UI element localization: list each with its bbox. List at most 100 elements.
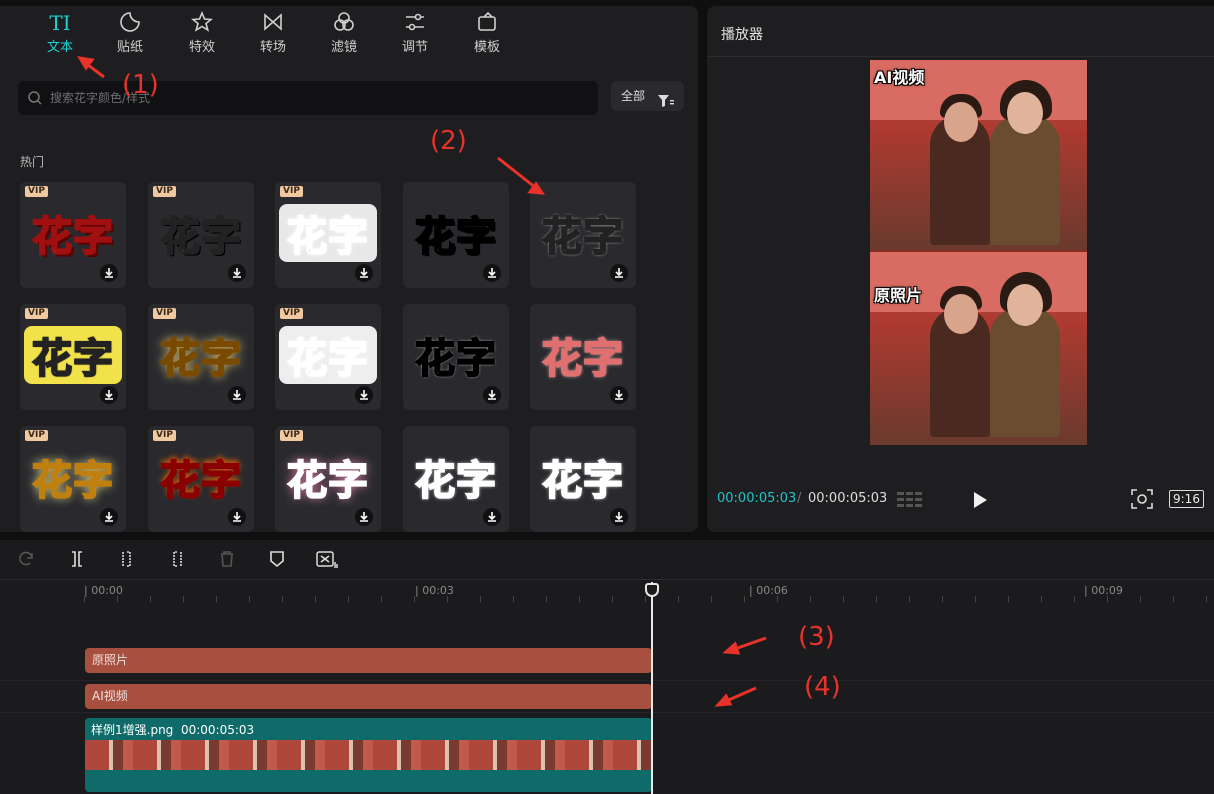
filter-button[interactable]: 全部 <box>611 81 684 111</box>
fullscreen-icon[interactable] <box>1131 489 1153 513</box>
video-clip[interactable]: 样例1增强.png 00:00:05:03 <box>85 718 652 792</box>
text-style-card[interactable]: 花字 VIP <box>275 182 381 288</box>
text-clip-original[interactable]: 原照片 <box>85 648 652 673</box>
filter-icon <box>658 89 674 119</box>
annotation-1: (1) <box>122 70 159 100</box>
download-icon[interactable] <box>355 386 373 404</box>
freeze-frame-icon[interactable] <box>316 550 338 570</box>
materials-panel: TI 文本 贴纸 特效 转场 滤镜 调节 模板 搜索花字颜色/样式 全部 热门 … <box>0 6 698 532</box>
text-style-card[interactable]: 花字 VIP <box>275 426 381 532</box>
list-icon[interactable] <box>897 490 923 514</box>
text-style-card[interactable]: 花字 <box>530 304 636 410</box>
text-style-card[interactable]: 花字 <box>403 426 509 532</box>
category-tabs: TI 文本 贴纸 特效 转场 滤镜 调节 模板 <box>0 6 698 64</box>
filter-icon <box>314 6 374 36</box>
sticker-icon <box>100 6 160 36</box>
play-button[interactable] <box>972 491 988 513</box>
vip-badge: VIP <box>153 308 176 319</box>
tab-text[interactable]: TI 文本 <box>30 6 90 64</box>
tab-transition[interactable]: 转场 <box>243 6 303 64</box>
aspect-ratio-button[interactable]: 9:16 <box>1169 490 1204 508</box>
style-preview-text: 花字 <box>286 213 369 261</box>
track-divider <box>0 680 1214 681</box>
style-preview-text: 花字 <box>414 335 497 383</box>
track-divider <box>0 712 1214 713</box>
text-style-card[interactable]: 花字 VIP <box>148 304 254 410</box>
text-clip-ai[interactable]: AI视频 <box>85 684 652 709</box>
text-style-card[interactable]: 花字 VIP <box>148 426 254 532</box>
vip-badge: VIP <box>280 186 303 197</box>
effects-icon <box>172 6 232 36</box>
style-preview-text: 花字 <box>31 335 114 383</box>
total-time: 00:00:05:03 <box>808 491 888 506</box>
annotation-3: (3) <box>798 622 835 652</box>
search-box <box>18 81 598 115</box>
text-style-card[interactable]: 花字 <box>403 182 509 288</box>
text-icon: TI <box>49 11 71 35</box>
style-preview-text: 花字 <box>286 335 369 383</box>
video-preview[interactable]: AI视频 原照片 <box>870 60 1087 445</box>
ruler-ticks <box>84 596 1214 602</box>
text-style-card[interactable]: 花字 VIP <box>20 182 126 288</box>
download-icon[interactable] <box>228 264 246 282</box>
download-icon[interactable] <box>610 508 628 526</box>
delete-icon[interactable] <box>218 550 238 570</box>
download-icon[interactable] <box>100 386 118 404</box>
trim-right-icon[interactable] <box>168 550 188 570</box>
preview-photo-top: AI视频 <box>870 60 1087 250</box>
style-preview-text: 花字 <box>159 213 242 261</box>
marker-icon[interactable] <box>268 550 288 570</box>
download-icon[interactable] <box>483 508 501 526</box>
style-preview-text: 花字 <box>541 213 624 261</box>
download-icon[interactable] <box>100 264 118 282</box>
tab-template[interactable]: 模板 <box>457 6 517 64</box>
current-time: 00:00:05:03 <box>717 491 797 506</box>
text-style-card[interactable]: 花字 <box>403 304 509 410</box>
style-preview-text: 花字 <box>414 457 497 505</box>
playhead[interactable] <box>651 582 653 794</box>
style-preview-text: 花字 <box>541 335 624 383</box>
download-icon[interactable] <box>100 508 118 526</box>
tab-filter[interactable]: 滤镜 <box>314 6 374 64</box>
download-icon[interactable] <box>355 508 373 526</box>
download-icon[interactable] <box>483 386 501 404</box>
vip-badge: VIP <box>280 308 303 319</box>
tab-sticker[interactable]: 贴纸 <box>100 6 160 64</box>
tab-effects[interactable]: 特效 <box>172 6 232 64</box>
time-separator: / <box>797 491 802 506</box>
style-preview-text: 花字 <box>541 457 624 505</box>
style-preview-text: 花字 <box>159 335 242 383</box>
text-style-card[interactable]: 花字 <box>530 426 636 532</box>
clip-duration: 00:00:05:03 <box>180 723 255 737</box>
overlay-text-original: 原照片 <box>874 286 923 305</box>
vip-badge: VIP <box>25 186 48 197</box>
style-preview-text: 花字 <box>31 213 114 261</box>
text-style-card[interactable]: 花字 VIP <box>275 304 381 410</box>
timeline-panel: | 00:00 | 00:03 | 00:06 | 00:09 原照片 AI视频… <box>0 540 1214 794</box>
vip-badge: VIP <box>153 186 176 197</box>
text-style-card[interactable]: 花字 VIP <box>20 304 126 410</box>
download-icon[interactable] <box>228 508 246 526</box>
text-style-card[interactable]: 花字 <box>530 182 636 288</box>
style-preview-text: 花字 <box>31 457 114 505</box>
download-icon[interactable] <box>610 264 628 282</box>
download-icon[interactable] <box>610 386 628 404</box>
redo-icon[interactable] <box>18 550 38 570</box>
tab-adjust[interactable]: 调节 <box>385 6 445 64</box>
timeline-toolbar <box>0 540 1214 580</box>
preview-photo-bottom: 原照片 <box>870 252 1087 445</box>
template-icon <box>457 6 517 36</box>
annotation-2: (2) <box>430 126 467 156</box>
text-style-card[interactable]: 花字 VIP <box>148 182 254 288</box>
download-icon[interactable] <box>228 386 246 404</box>
download-icon[interactable] <box>355 264 373 282</box>
overlay-text-ai: AI视频 <box>874 68 925 87</box>
text-style-card[interactable]: 花字 VIP <box>20 426 126 532</box>
style-preview-text: 花字 <box>159 457 242 505</box>
vip-badge: VIP <box>25 430 48 441</box>
vip-badge: VIP <box>153 430 176 441</box>
split-icon[interactable] <box>68 550 88 570</box>
download-icon[interactable] <box>483 264 501 282</box>
trim-left-icon[interactable] <box>118 550 138 570</box>
playhead-handle[interactable] <box>645 583 659 597</box>
